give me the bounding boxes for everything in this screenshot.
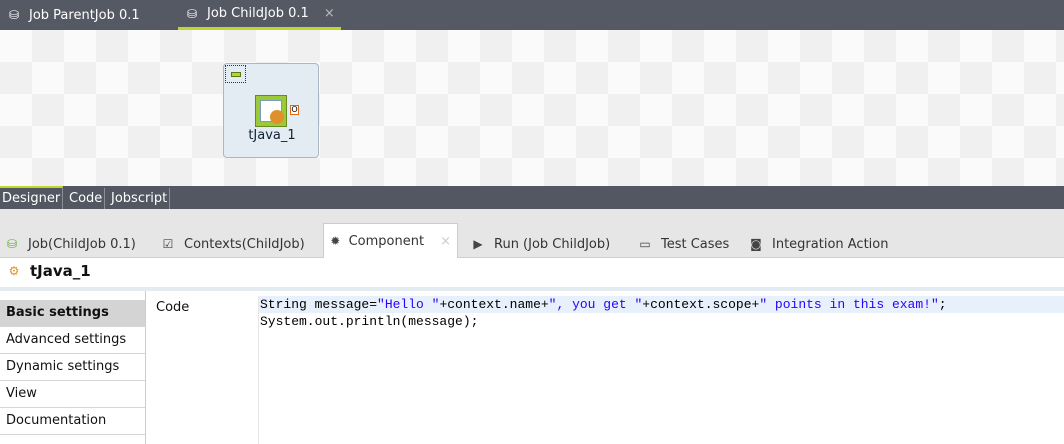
- tab-label: Integration Action: [772, 236, 889, 252]
- contexts-icon: ☑: [162, 237, 174, 251]
- window-icon: ▭: [639, 237, 651, 251]
- job-icon: ⛁: [186, 6, 198, 21]
- tab-label: Run (Job ChildJob): [494, 236, 611, 252]
- collapse-toggle[interactable]: [225, 65, 246, 83]
- gear-icon: [270, 110, 284, 124]
- tab-integration-action[interactable]: ◙ Integration Action: [748, 231, 888, 257]
- run-icon: ▶: [473, 237, 483, 251]
- nav-advanced-settings[interactable]: Advanced settings: [0, 327, 146, 354]
- tab-child-job[interactable]: ⛁ Job ChildJob 0.1 ×: [178, 0, 341, 30]
- tab-code[interactable]: Code: [67, 188, 106, 209]
- tab-jobscript[interactable]: Jobscript: [109, 188, 171, 209]
- tab-label: Job(ChildJob 0.1): [28, 236, 136, 252]
- divider: [145, 291, 146, 444]
- tab-parent-job[interactable]: ⛁ Job ParentJob 0.1: [0, 0, 160, 30]
- tab-test-cases[interactable]: ▭ Test Cases: [637, 231, 729, 257]
- job-icon: ⛁: [8, 8, 20, 22]
- tab-label: Contexts(ChildJob): [184, 236, 305, 252]
- tab-label: Test Cases: [661, 236, 730, 252]
- code-label: Code: [156, 300, 190, 315]
- tab-run[interactable]: ▶ Run (Job ChildJob): [470, 231, 610, 257]
- code-token: +context.scope+: [642, 297, 760, 312]
- code-token: ;: [938, 297, 947, 312]
- component-label: tJava_1: [248, 128, 296, 143]
- component-node-tjava[interactable]: O tJava_1: [223, 63, 319, 158]
- tjava-icon: ⚙: [8, 264, 20, 278]
- code-string: " points in this exam!": [759, 297, 939, 312]
- code-token: +context.name+: [439, 297, 549, 312]
- job-icon: ⛁: [6, 237, 18, 251]
- tab-label: Component: [348, 233, 425, 249]
- panel-tab-bar: ⛁ Job(ChildJob 0.1) ☑ Contexts(ChildJob) ✹…: [0, 209, 1064, 258]
- tab-contexts[interactable]: ☑ Contexts(ChildJob): [160, 231, 305, 257]
- tab-label: Job ChildJob 0.1: [207, 6, 309, 21]
- component-title-text: tJava_1: [30, 262, 91, 280]
- tab-job[interactable]: ⛁ Job(ChildJob 0.1): [4, 231, 136, 257]
- component-title: ⚙ tJava_1: [6, 262, 91, 280]
- code-editor[interactable]: String message="Hello "+context.name+", …: [258, 296, 1064, 444]
- code-line: String message="Hello "+context.name+", …: [259, 296, 1064, 313]
- integration-icon: ◙: [750, 237, 762, 251]
- code-line: System.out.println(message);: [260, 314, 479, 329]
- tab-component[interactable]: ✹ Component ×: [323, 223, 458, 258]
- tab-designer[interactable]: Designer: [0, 186, 64, 209]
- design-canvas[interactable]: O tJava_1: [0, 30, 1064, 186]
- output-port[interactable]: O: [290, 105, 299, 115]
- nav-basic-settings[interactable]: Basic settings: [0, 300, 146, 327]
- divider: [0, 287, 1064, 291]
- nav-dynamic-settings[interactable]: Dynamic settings: [0, 354, 146, 381]
- nav-documentation[interactable]: Documentation: [0, 408, 146, 435]
- code-token: String message=: [260, 297, 378, 312]
- code-string: ", you get ": [548, 297, 643, 312]
- editor-tab-bar: ⛁ Job ParentJob 0.1 ⛁ Job ChildJob 0.1 ×: [0, 0, 1064, 30]
- view-switcher: Designer Code Jobscript: [0, 186, 1064, 209]
- code-string: "Hello ": [377, 297, 440, 312]
- close-icon[interactable]: ×: [324, 6, 335, 21]
- minus-icon: [231, 72, 241, 77]
- tab-label: Job ParentJob 0.1: [29, 7, 140, 23]
- close-icon[interactable]: ×: [440, 234, 451, 249]
- settings-nav: Basic settings Advanced settings Dynamic…: [0, 300, 146, 435]
- tjava-icon: [255, 95, 287, 127]
- nav-view[interactable]: View: [0, 381, 146, 408]
- palette-icon: ✹: [330, 234, 341, 248]
